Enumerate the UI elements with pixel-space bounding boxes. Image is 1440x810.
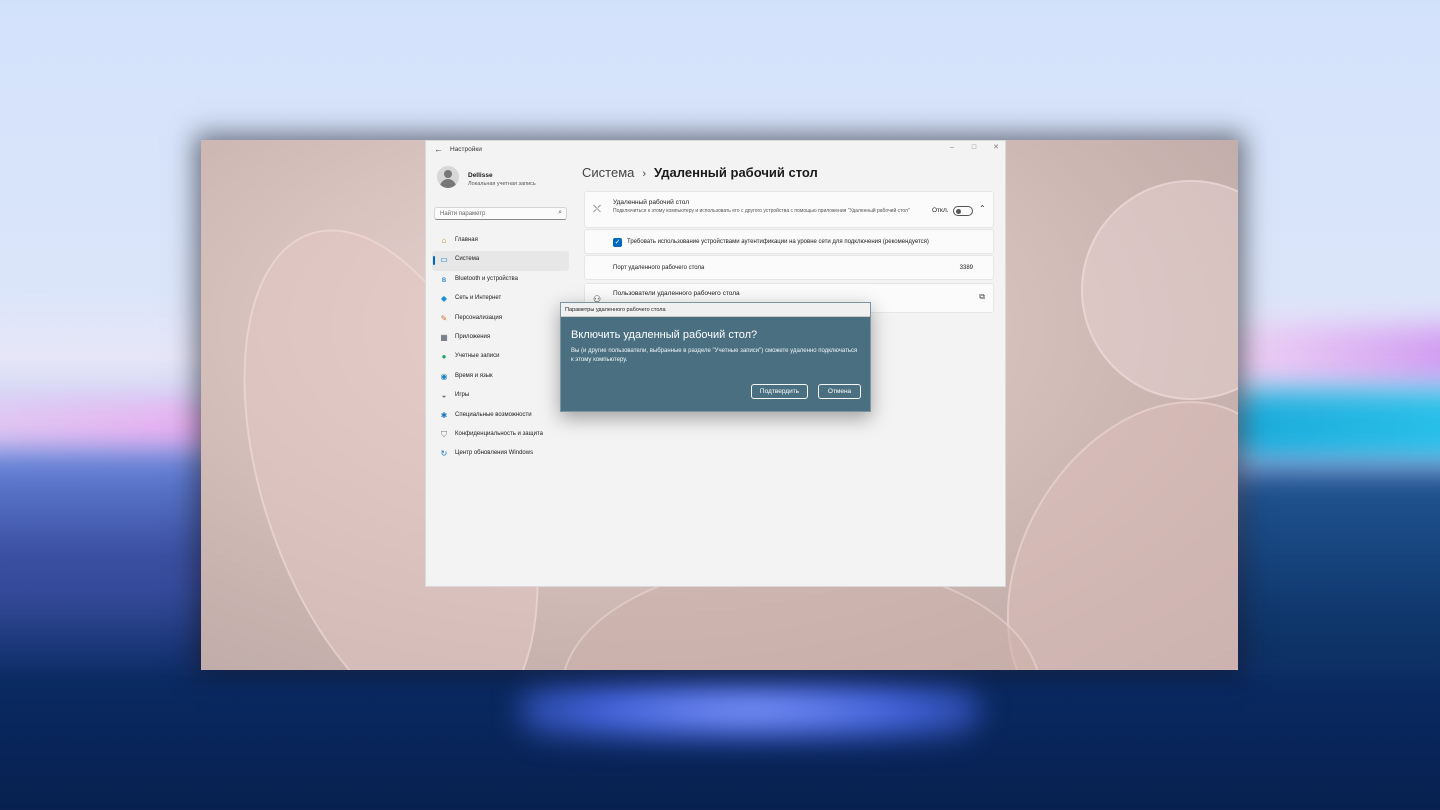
dialog-message: Вы (и другие пользователи, выбранные в р… bbox=[571, 348, 858, 363]
close-button[interactable]: ✕ bbox=[985, 142, 1007, 154]
search-input[interactable]: Найти параметр ⌕ bbox=[434, 207, 567, 220]
remote-desktop-card[interactable]: ⤬ Удаленный рабочий стол Подключиться к … bbox=[584, 191, 994, 228]
sidebar-item-label: Bluetooth и устройства bbox=[455, 275, 518, 282]
dialog-titlebar: Параметры удаленного рабочего стола bbox=[561, 303, 870, 317]
sidebar-nav: ⌂ Главная ▭ Система ʙ Bluetooth и устройства ◆… bbox=[432, 232, 569, 465]
confirm-button[interactable]: Подтвердить bbox=[751, 384, 808, 399]
chevron-up-icon[interactable]: ⌃ bbox=[979, 204, 986, 213]
background-glow-bottom bbox=[520, 680, 980, 740]
accessibility-icon: ✱ bbox=[440, 410, 448, 420]
sidebar-item-label: Сеть и Интернет bbox=[455, 295, 502, 302]
sidebar-item-label: Учетные записи bbox=[455, 353, 500, 360]
sidebar-item-accessibility[interactable]: ✱ Специальные возможности bbox=[432, 407, 569, 426]
background-band-pink-right bbox=[1230, 325, 1440, 385]
person-avatar-icon bbox=[437, 166, 459, 188]
sidebar-item-brush[interactable]: ✎ Персонализация bbox=[432, 310, 569, 329]
sidebar-item-label: Игры bbox=[455, 392, 470, 399]
home-icon: ⌂ bbox=[441, 236, 447, 245]
bluetooth-icon: ʙ bbox=[441, 274, 447, 284]
dialog-window-title: Параметры удаленного рабочего стола bbox=[565, 307, 666, 313]
remote-desktop-title: Удаленный рабочий стол bbox=[613, 199, 690, 206]
update-icon: ↻ bbox=[440, 449, 448, 459]
minimize-button[interactable]: – bbox=[941, 142, 963, 154]
breadcrumb-parent[interactable]: Система bbox=[582, 165, 634, 180]
sidebar-item-shield[interactable]: ⛉ Конфиденциальность и защита bbox=[432, 426, 569, 445]
gamepad-icon: ◒ bbox=[441, 391, 447, 401]
avatar-head bbox=[444, 170, 452, 178]
sidebar-item-gamepad[interactable]: ◒ Игры bbox=[432, 387, 569, 406]
background-band-navy-right bbox=[1230, 470, 1440, 670]
port-setting-row: Порт удаленного рабочего стола 3389 bbox=[584, 255, 994, 280]
sidebar-item-wifi[interactable]: ◆ Сеть и Интернет bbox=[432, 290, 569, 309]
sidebar-item-apps[interactable]: ▦ Приложения bbox=[432, 329, 569, 348]
nla-label: Требовать использование устройствами аут… bbox=[627, 239, 929, 245]
remote-users-title: Пользователи удаленного рабочего стола bbox=[613, 290, 740, 297]
sidebar-item-label: Приложения bbox=[455, 333, 491, 340]
sidebar-item-label: Время и язык bbox=[455, 372, 493, 379]
sidebar-item-label: Главная bbox=[455, 237, 478, 243]
sidebar-item-label: Персонализация bbox=[455, 314, 503, 321]
monitor-icon: ▭ bbox=[440, 255, 448, 265]
remote-desktop-toggle[interactable] bbox=[953, 206, 973, 216]
user-profile[interactable]: Dellisse Локальная учетная запись bbox=[437, 166, 577, 192]
sidebar-item-label: Система bbox=[455, 256, 480, 263]
remote-desktop-description: Подключиться к этому компьютеру и исполь… bbox=[613, 208, 910, 214]
apps-icon: ▦ bbox=[440, 332, 448, 342]
remote-desktop-icon: ⤬ bbox=[593, 204, 601, 215]
sidebar-item-bluetooth[interactable]: ʙ Bluetooth и устройства bbox=[432, 271, 569, 290]
breadcrumb-separator: › bbox=[642, 168, 647, 180]
background-band-cyan-right bbox=[1230, 390, 1440, 460]
cancel-button[interactable]: Отмена bbox=[818, 384, 861, 399]
back-arrow-icon[interactable]: ← bbox=[434, 144, 443, 154]
search-icon: ⌕ bbox=[558, 209, 562, 216]
port-label: Порт удаленного рабочего стола bbox=[613, 265, 705, 271]
avatar-body bbox=[440, 179, 456, 188]
sidebar-item-update[interactable]: ↻ Центр обновления Windows bbox=[432, 445, 569, 464]
wifi-icon: ◆ bbox=[440, 294, 448, 304]
sidebar-item-accounts[interactable]: ● Учетные записи bbox=[432, 348, 569, 367]
brush-icon: ✎ bbox=[440, 313, 448, 323]
sidebar-item-home[interactable]: ⌂ Главная bbox=[432, 232, 569, 251]
nla-setting-row: ✓ Требовать использование устройствами а… bbox=[584, 229, 994, 254]
dialog-heading: Включить удаленный рабочий стол? bbox=[571, 329, 758, 341]
breadcrumb: Система › Удаленный рабочий стол bbox=[582, 165, 818, 180]
nla-checkbox[interactable]: ✓ bbox=[613, 238, 622, 247]
remote-desktop-dialog: Параметры удаленного рабочего стола Вклю… bbox=[560, 302, 871, 412]
sidebar-item-label: Центр обновления Windows bbox=[455, 450, 534, 457]
globe-icon: ◉ bbox=[440, 371, 448, 381]
user-name: Dellisse bbox=[468, 172, 493, 179]
shield-icon: ⛉ bbox=[441, 429, 447, 439]
maximize-button[interactable]: □ bbox=[963, 142, 985, 154]
port-value: 3389 bbox=[959, 265, 973, 271]
sidebar-item-label: Конфиденциальность и защита bbox=[455, 430, 543, 437]
sidebar-item-monitor[interactable]: ▭ Система bbox=[432, 251, 569, 271]
toggle-knob bbox=[956, 209, 961, 214]
window-titlebar: ← Настройки – □ ✕ bbox=[426, 141, 1005, 159]
accounts-icon: ● bbox=[441, 352, 447, 362]
search-placeholder: Найти параметр bbox=[440, 211, 486, 217]
background-band-blue-left bbox=[0, 450, 220, 580]
window-title: Настройки bbox=[450, 146, 482, 153]
toggle-state-label: Откл. bbox=[932, 207, 949, 214]
sidebar-item-label: Специальные возможности bbox=[455, 411, 532, 418]
sidebar-item-globe[interactable]: ◉ Время и язык bbox=[432, 368, 569, 387]
wallpaper-petal bbox=[1081, 180, 1238, 400]
page-title: Удаленный рабочий стол bbox=[654, 165, 818, 180]
external-link-icon[interactable]: ⧉ bbox=[979, 292, 985, 302]
account-type: Локальная учетная запись bbox=[468, 181, 536, 187]
